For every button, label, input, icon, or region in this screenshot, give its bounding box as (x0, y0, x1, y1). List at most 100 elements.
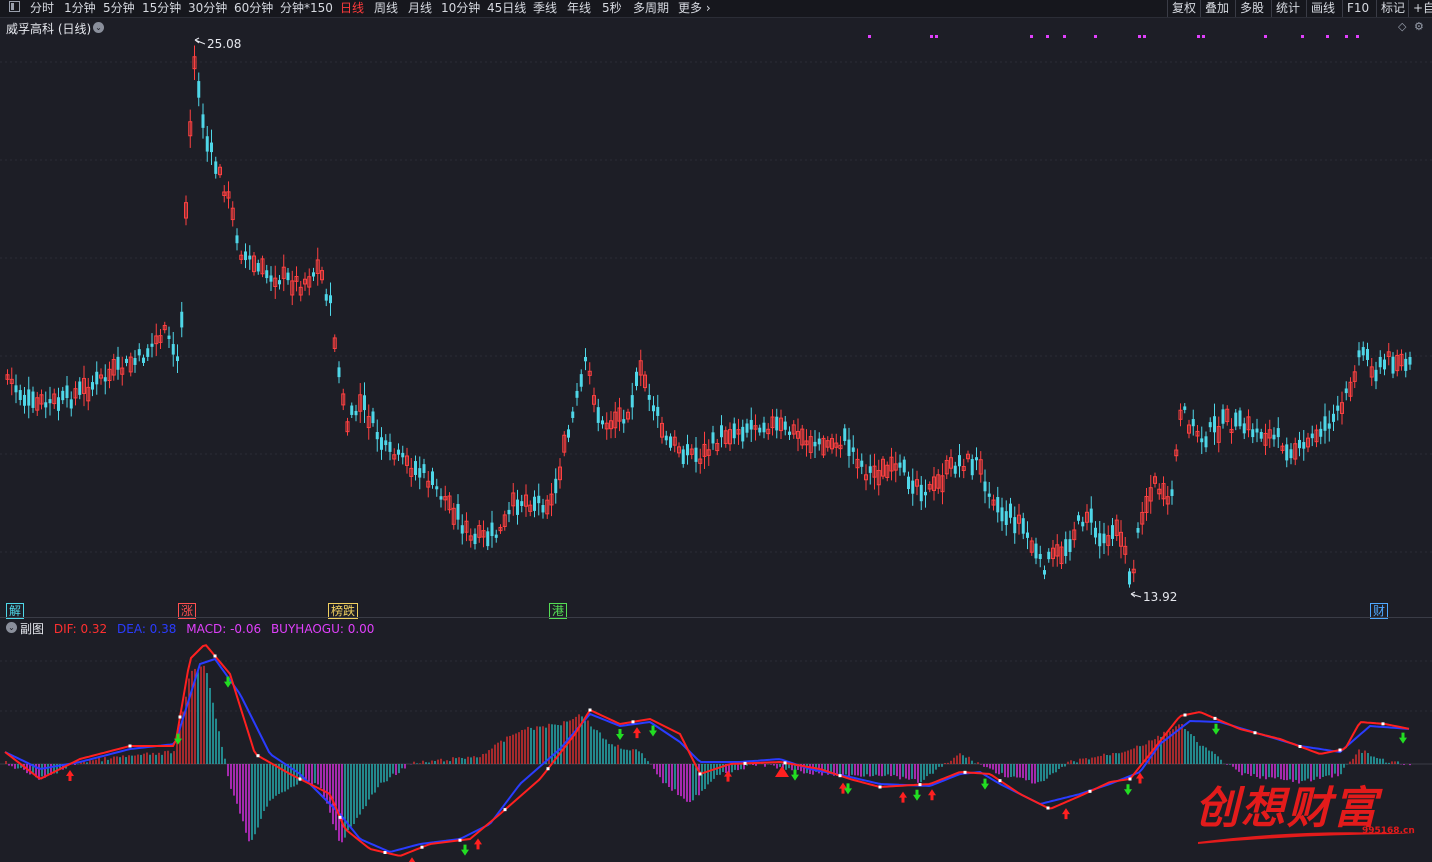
candle (601, 416, 604, 429)
candle (142, 354, 145, 366)
candle (669, 433, 672, 451)
candle (996, 486, 1000, 523)
dif-marker (588, 708, 592, 712)
toolbar-tool-0[interactable]: 复权 (1172, 1, 1196, 16)
candle (1178, 403, 1183, 427)
candle (1077, 511, 1080, 525)
candle (1034, 537, 1038, 565)
candle (426, 471, 431, 498)
toolbar-separator (1408, 0, 1409, 17)
toolbar-period-9[interactable]: 月线 (408, 1, 432, 16)
candle (422, 458, 426, 479)
signal-marker (1326, 35, 1329, 38)
candle (1170, 480, 1174, 505)
toolbar-tool-7[interactable]: +自 (1413, 1, 1432, 16)
toolbar-period-1[interactable]: 1分钟 (64, 1, 96, 16)
candle (447, 492, 452, 514)
candle (1251, 423, 1255, 444)
dif-marker (1183, 713, 1187, 717)
candle (660, 416, 664, 444)
candle (1229, 418, 1234, 444)
panel-toggle-icon[interactable] (9, 1, 20, 12)
candle (116, 346, 120, 380)
candle (502, 510, 507, 531)
candle (298, 280, 303, 302)
candle (61, 386, 65, 405)
dif-marker (963, 770, 967, 774)
candlestick-chart[interactable]: 25.08 13.92 (0, 32, 1432, 602)
candle (1068, 530, 1072, 561)
toolbar-tool-3[interactable]: 统计 (1276, 1, 1300, 16)
candle (1344, 381, 1348, 401)
candle (775, 408, 779, 439)
dif-marker (1128, 777, 1132, 781)
sub-chart-collapse-icon[interactable]: ⌄ (6, 622, 17, 633)
toolbar-period-16[interactable]: 更多 › (678, 1, 711, 16)
candle (265, 264, 269, 284)
toolbar-period-0[interactable]: 分时 (30, 1, 54, 16)
toolbar-period-8[interactable]: 周线 (374, 1, 398, 16)
candle (350, 402, 354, 418)
candle (681, 445, 685, 468)
dif-marker (918, 783, 922, 787)
candle (770, 409, 775, 436)
toolbar-period-15[interactable]: 多周期 (633, 1, 669, 16)
toolbar-period-5[interactable]: 60分钟 (234, 1, 273, 16)
dif-marker (338, 815, 342, 819)
toolbar-period-4[interactable]: 30分钟 (188, 1, 227, 16)
candle (843, 424, 847, 446)
candle (341, 388, 346, 411)
buy-arrow-icon (474, 838, 482, 850)
toolbar-period-11[interactable]: 45日线 (487, 1, 526, 16)
candle (533, 490, 536, 518)
toolbar-period-6[interactable]: 分钟*150 (280, 1, 333, 16)
toolbar-tool-2[interactable]: 多股 (1240, 1, 1264, 16)
candle (851, 435, 855, 465)
toolbar-period-14[interactable]: 5秒 (602, 1, 622, 16)
candle (609, 411, 613, 439)
candle (315, 247, 320, 286)
toolbar-period-10[interactable]: 10分钟 (441, 1, 480, 16)
toolbar-tool-4[interactable]: 画线 (1311, 1, 1335, 16)
dif-marker (838, 774, 842, 778)
toolbar-period-13[interactable]: 年线 (567, 1, 591, 16)
candle (1174, 444, 1179, 462)
signal-marker (1264, 35, 1267, 38)
toolbar-tool-1[interactable]: 叠加 (1205, 1, 1229, 16)
candle (791, 420, 796, 439)
candle (171, 331, 175, 367)
toolbar-period-7[interactable]: 日线 (340, 1, 364, 16)
candle (1366, 342, 1369, 367)
toolbar-period-3[interactable]: 15分钟 (142, 1, 181, 16)
dif-marker (1338, 748, 1342, 752)
candle (978, 451, 983, 483)
toolbar-tool-6[interactable]: 标记 (1381, 1, 1405, 16)
candle (337, 361, 341, 384)
sell-arrow-icon (461, 844, 469, 856)
candle (269, 266, 273, 291)
candle (1263, 423, 1268, 455)
candle (1221, 404, 1225, 429)
candle (1242, 417, 1246, 440)
toolbar-period-12[interactable]: 季线 (533, 1, 557, 16)
candle (706, 439, 711, 466)
candle (137, 343, 141, 362)
candle (48, 386, 52, 416)
candle (133, 350, 137, 373)
signal-marker (1063, 35, 1066, 38)
candle (953, 461, 957, 478)
candle (635, 367, 638, 391)
candle (320, 266, 324, 284)
candle (881, 456, 885, 480)
candle (1200, 426, 1204, 455)
toolbar-period-2[interactable]: 5分钟 (103, 1, 135, 16)
candle (158, 329, 163, 349)
candle (460, 514, 464, 545)
candle (537, 483, 541, 516)
dif-marker (256, 754, 260, 758)
candle (1310, 425, 1314, 447)
dif-marker (743, 761, 747, 765)
sell-arrow-icon (1124, 784, 1132, 796)
toolbar-tool-5[interactable]: F10 (1347, 1, 1369, 16)
candle (507, 501, 511, 523)
